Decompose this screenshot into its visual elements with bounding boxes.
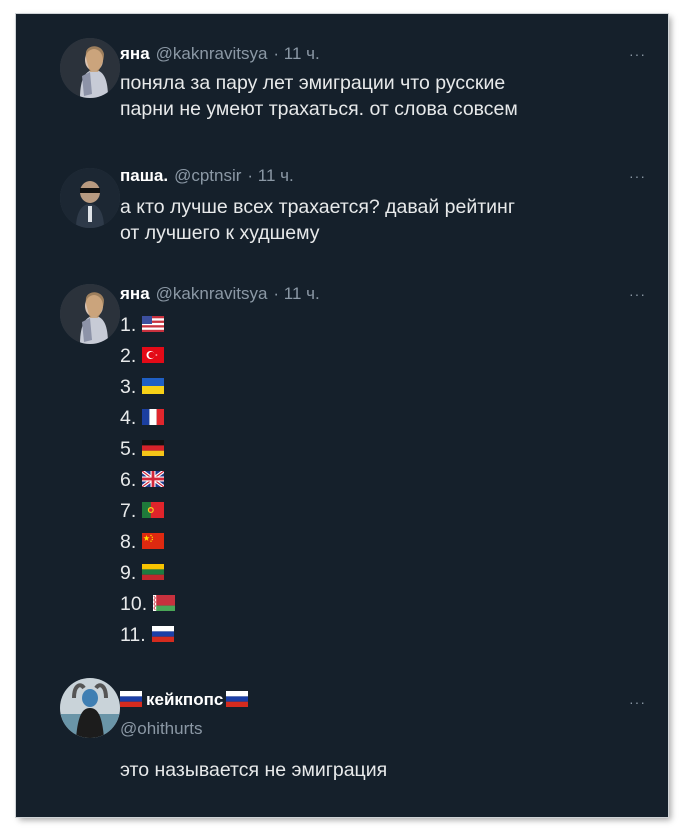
france-flag-icon	[142, 408, 165, 425]
ranking-item: 6.	[120, 465, 165, 495]
germany-flag-icon	[142, 439, 165, 456]
lithuania-flag-icon	[142, 563, 165, 580]
more-options-icon[interactable]: ···	[629, 46, 646, 62]
more-options-icon[interactable]: ···	[629, 286, 646, 302]
tweet-text-line: поняла за пару лет эмиграции что русские	[120, 72, 506, 94]
user-handle[interactable]: @ohithurts	[120, 719, 202, 738]
portugal-flag-icon	[142, 501, 165, 518]
rank-number: 10.	[120, 593, 148, 615]
rank-number: 2.	[120, 345, 137, 367]
rank-number: 4.	[120, 407, 137, 429]
usa-flag-icon	[142, 315, 165, 332]
ranking-item: 3.	[120, 372, 165, 402]
ranking-item: 1.	[120, 310, 165, 340]
user-handle[interactable]: @kaknravitsya	[156, 44, 268, 63]
turkey-flag-icon	[142, 346, 165, 363]
tweet-thread: яна @kaknravitsya · 11 ч. ··· поняла за па…	[16, 14, 668, 817]
china-flag-icon	[142, 532, 165, 549]
display-name[interactable]: яна	[120, 44, 150, 63]
ranking-item: 7.	[120, 496, 165, 526]
tweet-text: это называется не эмиграция	[120, 757, 640, 783]
rank-number: 8.	[120, 531, 137, 553]
tweet-text: а кто лучше всех трахается? давай рейтин…	[120, 194, 640, 246]
display-name[interactable]: кейкпопс	[146, 690, 223, 709]
rank-number: 1.	[120, 314, 137, 336]
more-options-icon[interactable]: ···	[629, 168, 646, 184]
timestamp[interactable]: · 11 ч.	[247, 166, 293, 185]
more-options-icon[interactable]: ···	[629, 694, 646, 710]
tweet-text-line: а кто лучше всех трахается? давай рейтин…	[120, 196, 515, 218]
avatar[interactable]	[60, 678, 120, 738]
tweet-text-line: парни не умеют трахаться. от слова совсе…	[120, 98, 518, 120]
ranking-item: 5.	[120, 434, 165, 464]
avatar[interactable]	[60, 38, 120, 98]
user-handle[interactable]: @kaknravitsya	[156, 284, 268, 303]
ranking-item: 2.	[120, 341, 165, 371]
ranking-item: 8.	[120, 527, 165, 557]
tweet-text-line: это называется не эмиграция	[120, 759, 388, 781]
tweet-text-line: от лучшего к худшему	[120, 222, 320, 244]
timestamp[interactable]: · 11 ч.	[273, 44, 319, 63]
belarus-flag-icon	[153, 594, 176, 611]
uk-flag-icon	[142, 470, 165, 487]
avatar[interactable]	[60, 168, 120, 228]
display-name[interactable]: паша.	[120, 166, 168, 185]
rank-number: 3.	[120, 376, 137, 398]
rank-number: 6.	[120, 469, 137, 491]
ranking-item: 11.	[120, 620, 174, 650]
user-handle[interactable]: @cptnsir	[174, 166, 241, 185]
ranking-item: 10.	[120, 589, 176, 619]
rank-number: 7.	[120, 500, 137, 522]
russia-flag-icon	[151, 625, 174, 642]
rank-number: 9.	[120, 562, 137, 584]
rank-number: 11.	[120, 624, 146, 646]
ranking-item: 4.	[120, 403, 165, 433]
avatar[interactable]	[60, 284, 120, 344]
ukraine-flag-icon	[142, 377, 165, 394]
tweet-text: поняла за пару лет эмиграции что русские…	[120, 70, 640, 122]
russia-flag-icon	[120, 690, 142, 707]
display-name[interactable]: яна	[120, 284, 150, 303]
timestamp[interactable]: · 11 ч.	[273, 284, 319, 303]
russia-flag-icon	[226, 690, 249, 707]
rank-number: 5.	[120, 438, 137, 460]
ranking-item: 9.	[120, 558, 165, 588]
